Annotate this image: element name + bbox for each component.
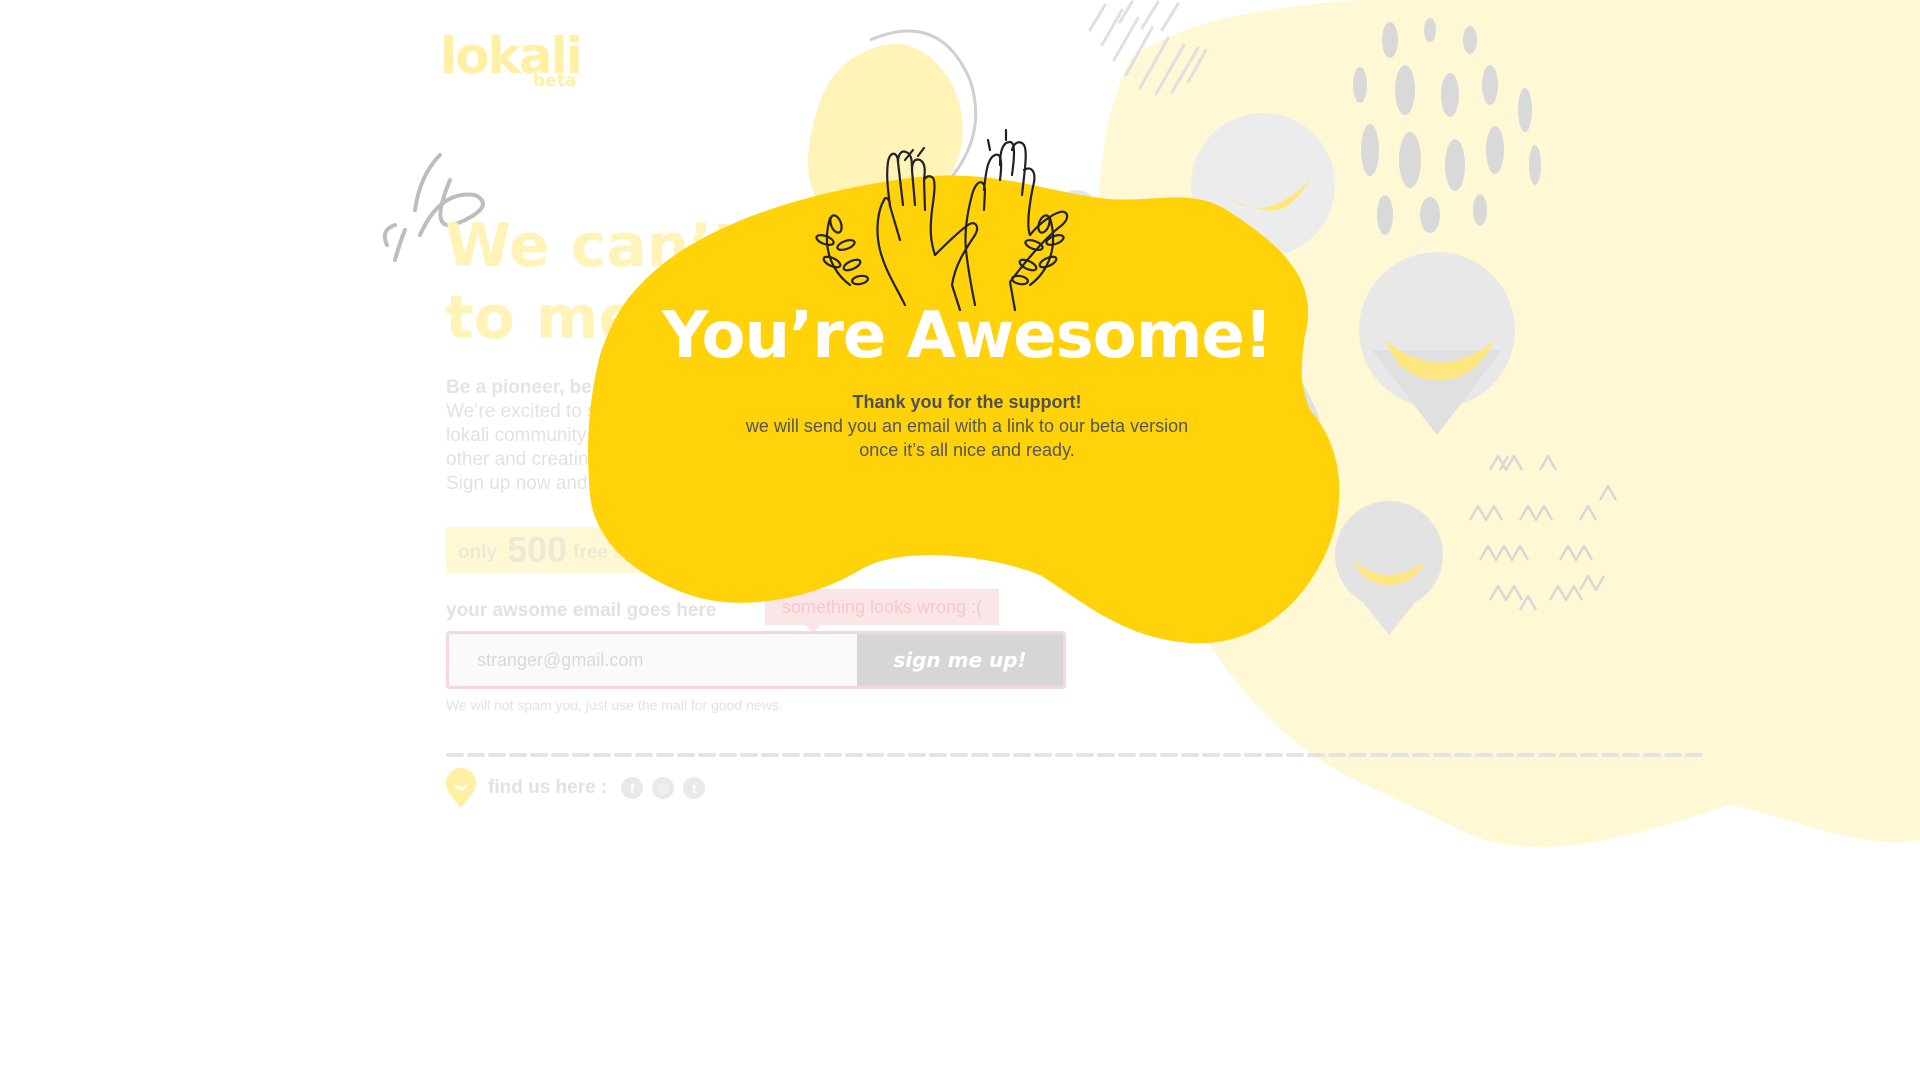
- modal-message-line: we will send you an email with a link to…: [745, 416, 1189, 436]
- page: lokali beta We can’t wait to meet you Be…: [0, 0, 1920, 1080]
- success-modal: You’re Awesome! Thank you for the suppor…: [0, 0, 1920, 1080]
- modal-title: You’re Awesome!: [662, 299, 1273, 373]
- modal-message: Thank you for the support! we will send …: [667, 390, 1267, 462]
- modal-message-line: once it’s all nice and ready.: [859, 440, 1075, 460]
- modal-yellow-blob: [588, 128, 1340, 644]
- modal-message-heading: Thank you for the support!: [852, 392, 1082, 412]
